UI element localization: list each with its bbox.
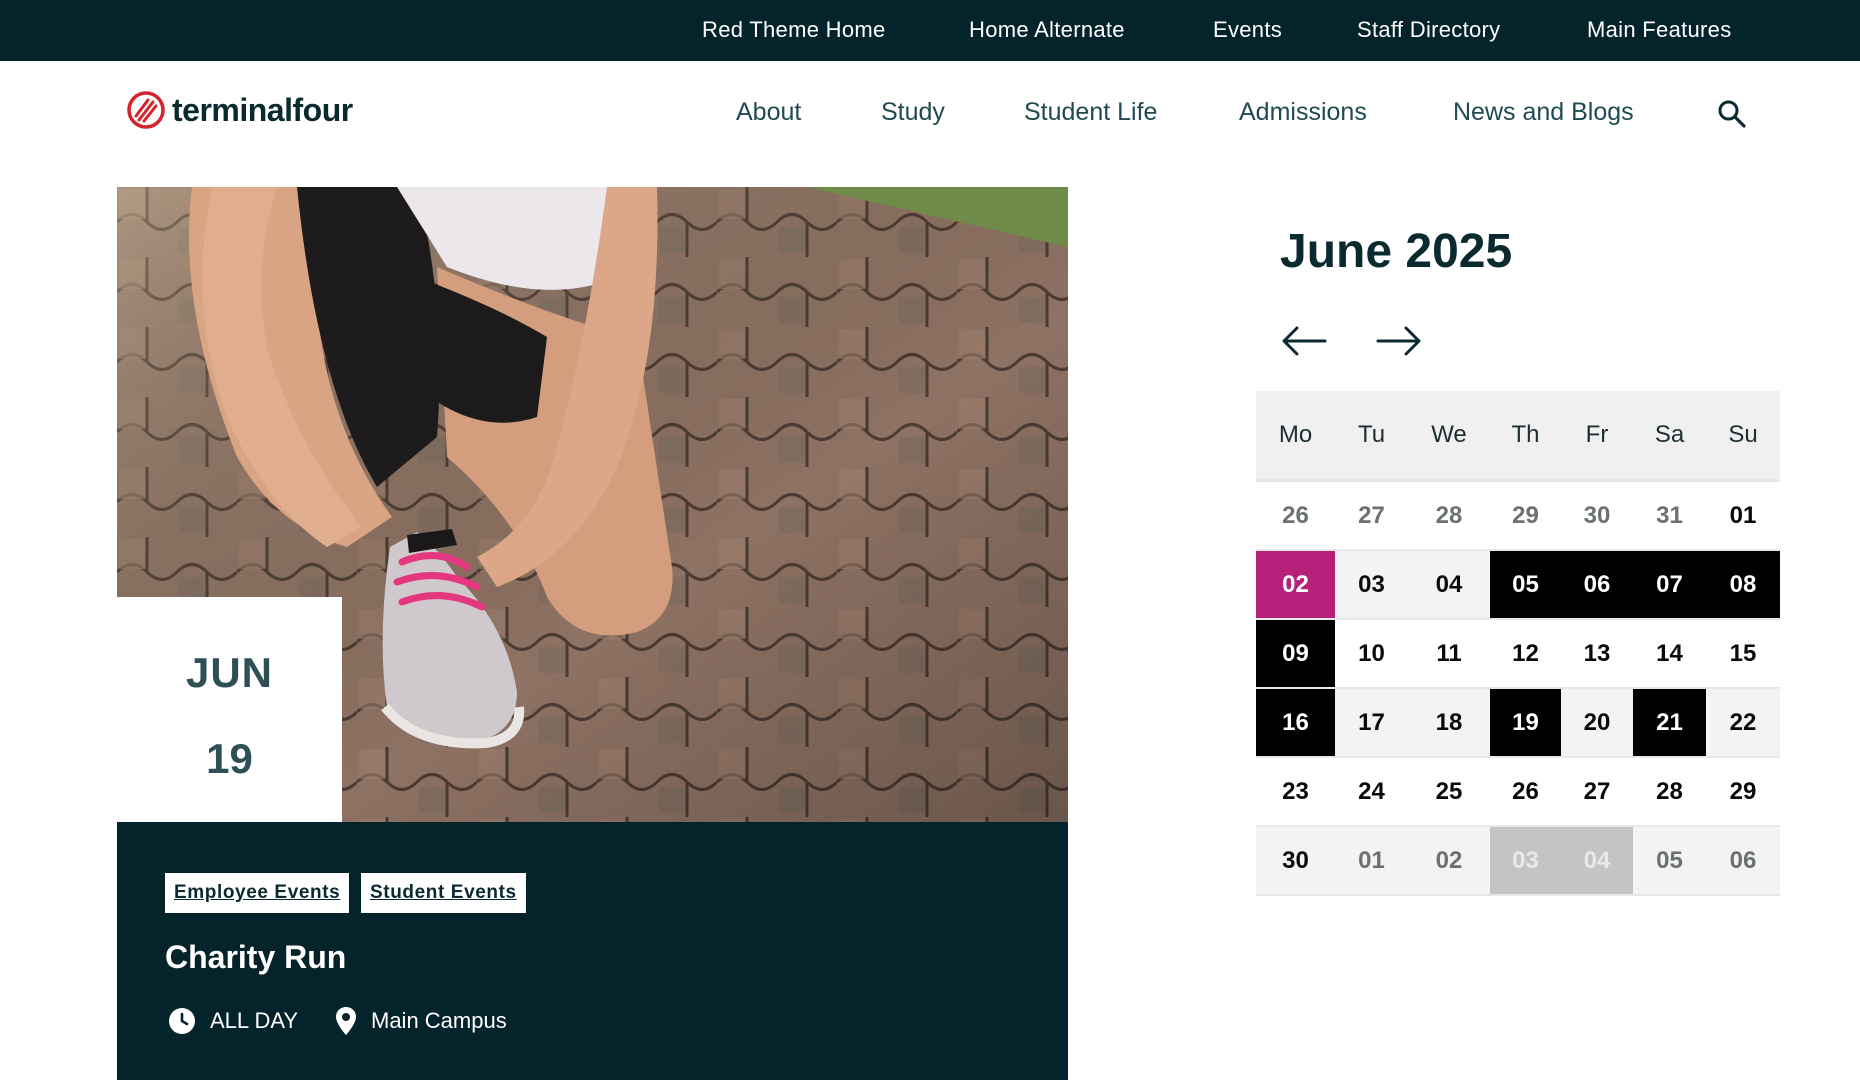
calendar-week-row: 23 24 25 26 27 28 29 [1256, 758, 1780, 827]
utility-link-main-features[interactable]: Main Features [1587, 0, 1732, 61]
calendar-week-row: 09 10 11 12 13 14 15 [1256, 620, 1780, 689]
utility-link-events[interactable]: Events [1213, 0, 1282, 61]
calendar-day[interactable]: 03 [1335, 551, 1408, 620]
calendar-day[interactable]: 29 [1706, 758, 1780, 827]
calendar-day[interactable]: 09 [1256, 620, 1335, 689]
calendar-day[interactable]: 13 [1561, 620, 1633, 689]
calendar-week-row: 16 17 18 19 20 21 22 [1256, 689, 1780, 758]
weekday-su: Su [1706, 391, 1780, 482]
event-location: Main Campus [335, 1004, 507, 1038]
calendar-day[interactable]: 02 [1256, 551, 1335, 620]
calendar-day[interactable]: 28 [1408, 482, 1490, 551]
calendar-weekday-header: Mo Tu We Th Fr Sa Su [1256, 391, 1780, 482]
event-date-badge: JUN 19 [117, 597, 342, 822]
utility-link-staff-directory[interactable]: Staff Directory [1357, 0, 1500, 61]
weekday-we: We [1408, 391, 1490, 482]
weekday-mo: Mo [1256, 391, 1335, 482]
utility-link-red-theme-home[interactable]: Red Theme Home [702, 0, 886, 61]
calendar-week-row: 30 01 02 03 04 05 06 [1256, 827, 1780, 896]
calendar-day[interactable]: 12 [1490, 620, 1561, 689]
calendar-day[interactable]: 15 [1706, 620, 1780, 689]
logo-wordmark: terminalfour [172, 91, 353, 128]
event-title[interactable]: Charity Run [165, 939, 346, 976]
calendar-day[interactable]: 11 [1408, 620, 1490, 689]
arrow-left-icon [1282, 326, 1327, 356]
calendar-day[interactable]: 25 [1408, 758, 1490, 827]
event-location-text: Main Campus [371, 1008, 507, 1033]
calendar-day[interactable]: 01 [1335, 827, 1408, 896]
calendar-next-button[interactable] [1376, 324, 1422, 358]
calendar-day[interactable]: 04 [1561, 827, 1633, 896]
calendar-day[interactable]: 01 [1706, 482, 1780, 551]
calendar-day[interactable]: 06 [1706, 827, 1780, 896]
calendar-day[interactable]: 07 [1633, 551, 1706, 620]
calendar-day[interactable]: 28 [1633, 758, 1706, 827]
calendar-day[interactable]: 26 [1256, 482, 1335, 551]
calendar-week-row: 26 27 28 29 30 31 01 [1256, 482, 1780, 551]
nav-item-about[interactable]: About [736, 92, 801, 132]
arrow-right-icon [1376, 326, 1421, 356]
calendar-day[interactable]: 14 [1633, 620, 1706, 689]
calendar-prev-button[interactable] [1281, 324, 1327, 358]
calendar-day[interactable]: 26 [1490, 758, 1561, 827]
calendar-day[interactable]: 02 [1408, 827, 1490, 896]
site-logo[interactable]: terminalfour [126, 88, 366, 132]
calendar-day[interactable]: 06 [1561, 551, 1633, 620]
calendar-day[interactable]: 27 [1335, 482, 1408, 551]
map-pin-icon [336, 1007, 356, 1035]
nav-item-news-and-blogs[interactable]: News and Blogs [1453, 92, 1634, 132]
calendar-day[interactable]: 04 [1408, 551, 1490, 620]
utility-link-home-alternate[interactable]: Home Alternate [969, 0, 1125, 61]
event-card: Employee Events Student Events Charity R… [117, 822, 1068, 1080]
search-icon [1718, 100, 1746, 128]
calendar-day[interactable]: 20 [1561, 689, 1633, 758]
calendar-day[interactable]: 05 [1633, 827, 1706, 896]
event-time-text: ALL DAY [210, 1008, 299, 1033]
calendar-day[interactable]: 30 [1561, 482, 1633, 551]
calendar-day[interactable]: 30 [1256, 827, 1335, 896]
calendar-day[interactable]: 31 [1633, 482, 1706, 551]
calendar-day[interactable]: 29 [1490, 482, 1561, 551]
weekday-sa: Sa [1633, 391, 1706, 482]
nav-item-admissions[interactable]: Admissions [1239, 92, 1367, 132]
calendar-day[interactable]: 19 [1490, 689, 1561, 758]
weekday-fr: Fr [1561, 391, 1633, 482]
event-month: JUN [185, 649, 274, 696]
calendar-day[interactable]: 03 [1490, 827, 1561, 896]
utility-bar: Red Theme Home Home Alternate Events Sta… [0, 0, 1860, 61]
event-day: 19 [206, 735, 253, 782]
calendar-day[interactable]: 24 [1335, 758, 1408, 827]
calendar-grid: Mo Tu We Th Fr Sa Su 26 27 28 29 30 31 01 02 03 0… [1256, 391, 1780, 896]
calendar-day[interactable]: 23 [1256, 758, 1335, 827]
calendar-day[interactable]: 18 [1408, 689, 1490, 758]
calendar-day[interactable]: 10 [1335, 620, 1408, 689]
clock-icon [169, 1008, 195, 1034]
search-button[interactable] [1716, 98, 1748, 130]
calendar-day[interactable]: 05 [1490, 551, 1561, 620]
calendar-day[interactable]: 22 [1706, 689, 1780, 758]
calendar-week-row: 02 03 04 05 06 07 08 [1256, 551, 1780, 620]
weekday-th: Th [1490, 391, 1561, 482]
terminalfour-logo-icon [127, 91, 165, 129]
weekday-tu: Tu [1335, 391, 1408, 482]
tag-student-events[interactable]: Student Events [361, 873, 526, 913]
tag-employee-events[interactable]: Employee Events [165, 873, 350, 913]
calendar-day[interactable]: 21 [1633, 689, 1706, 758]
nav-item-student-life[interactable]: Student Life [1024, 92, 1157, 132]
calendar-month-title: June 2025 [1280, 225, 1513, 278]
calendar-day[interactable]: 08 [1706, 551, 1780, 620]
calendar-days: 26 27 28 29 30 31 01 02 03 04 05 06 07 08 09 10 11 12 13 14… [1256, 482, 1780, 896]
calendar-day[interactable]: 27 [1561, 758, 1633, 827]
calendar-day[interactable]: 16 [1256, 689, 1335, 758]
event-time: ALL DAY [168, 1004, 298, 1038]
nav-item-study[interactable]: Study [881, 92, 945, 132]
calendar-day[interactable]: 17 [1335, 689, 1408, 758]
